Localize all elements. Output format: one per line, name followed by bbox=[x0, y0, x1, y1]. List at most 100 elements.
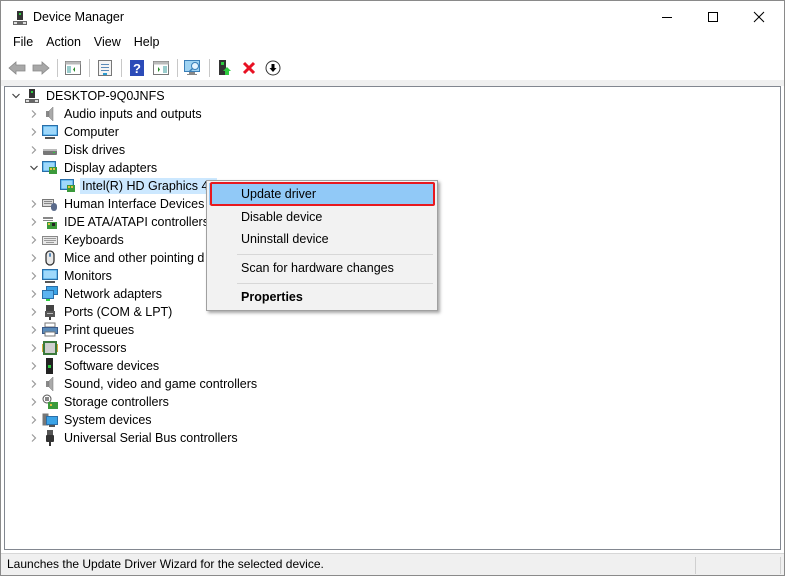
expand-toggle[interactable] bbox=[26, 231, 42, 249]
tree-category[interactable]: Computer bbox=[26, 123, 121, 141]
context-menu-separator bbox=[237, 254, 433, 255]
expand-toggle[interactable] bbox=[26, 285, 42, 303]
device-icon bbox=[42, 250, 58, 266]
expand-toggle[interactable] bbox=[8, 87, 24, 105]
expand-toggle[interactable] bbox=[26, 159, 42, 177]
expand-toggle[interactable] bbox=[26, 213, 42, 231]
properties-button[interactable] bbox=[94, 57, 116, 79]
device-icon bbox=[42, 376, 58, 392]
context-menu-item-disable-device[interactable]: Disable device bbox=[209, 206, 435, 228]
tree-category[interactable]: Print queues bbox=[26, 321, 136, 339]
tree-item-label: Intel(R) HD Graphics 46 bbox=[80, 178, 218, 194]
toolbar-separator bbox=[57, 59, 58, 77]
tree-category[interactable]: Human Interface Devices bbox=[26, 195, 206, 213]
expand-toggle[interactable] bbox=[26, 393, 42, 411]
device-tree[interactable]: DESKTOP-9Q0JNFS Audio inputs and outputs C… bbox=[4, 86, 781, 550]
menu-help[interactable]: Help bbox=[128, 33, 166, 53]
mouse-icon bbox=[45, 250, 55, 266]
expand-toggle[interactable] bbox=[26, 141, 42, 159]
expand-toggle[interactable] bbox=[26, 429, 42, 447]
tree-category[interactable]: Processors bbox=[26, 339, 129, 357]
tree-category[interactable]: Sound, video and game controllers bbox=[26, 375, 259, 393]
expand-toggle[interactable] bbox=[26, 357, 42, 375]
context-menu-separator bbox=[237, 283, 433, 284]
tree-item-label: Disk drives bbox=[64, 143, 126, 157]
device-icon bbox=[42, 232, 58, 248]
menu-action[interactable]: Action bbox=[40, 33, 87, 53]
context-menu-item-label: Uninstall device bbox=[241, 232, 329, 246]
menu-view[interactable]: View bbox=[88, 33, 127, 53]
scan-hardware-changes-button[interactable] bbox=[182, 57, 204, 79]
device-icon bbox=[42, 286, 58, 302]
device-icon bbox=[42, 160, 58, 176]
tree-item-label: Network adapters bbox=[64, 287, 162, 301]
speaker-icon bbox=[46, 106, 54, 122]
minimize-button[interactable] bbox=[644, 1, 690, 33]
chevron-right-icon bbox=[31, 416, 37, 424]
display-adapter-icon bbox=[42, 161, 57, 174]
expand-toggle[interactable] bbox=[26, 321, 42, 339]
maximize-button[interactable] bbox=[690, 1, 736, 33]
tree-category[interactable]: Display adapters bbox=[26, 159, 159, 177]
tree-category[interactable]: Keyboards bbox=[26, 231, 126, 249]
chevron-right-icon bbox=[31, 272, 37, 280]
expand-toggle[interactable] bbox=[26, 267, 42, 285]
expand-toggle[interactable] bbox=[26, 411, 42, 429]
red-x-icon bbox=[242, 61, 256, 75]
network-icon bbox=[42, 286, 58, 301]
tree-category[interactable]: System devices bbox=[26, 411, 154, 429]
title-bar[interactable]: Device Manager bbox=[1, 1, 784, 33]
tree-category[interactable]: Audio inputs and outputs bbox=[26, 105, 204, 123]
show-hide-console-tree-button[interactable] bbox=[62, 57, 84, 79]
uninstall-device-button[interactable] bbox=[238, 57, 260, 79]
tree-item-label: Monitors bbox=[64, 269, 112, 283]
chevron-right-icon bbox=[31, 380, 37, 388]
tree-category[interactable]: Mice and other pointing d bbox=[26, 249, 206, 267]
arrow-left-icon bbox=[8, 61, 26, 75]
tree-category[interactable]: IDE ATA/ATAPI controllers bbox=[26, 213, 211, 231]
device-manager-app-icon bbox=[12, 10, 28, 26]
tree-category[interactable]: Ports (COM & LPT) bbox=[26, 303, 174, 321]
maximize-icon bbox=[708, 12, 718, 22]
context-menu-item-uninstall-device[interactable]: Uninstall device bbox=[209, 228, 435, 250]
chevron-right-icon bbox=[31, 398, 37, 406]
port-icon bbox=[45, 305, 55, 320]
usb-icon bbox=[46, 430, 54, 446]
expand-toggle[interactable] bbox=[26, 375, 42, 393]
tree-category[interactable]: Software devices bbox=[26, 357, 161, 375]
device-icon bbox=[42, 214, 58, 230]
close-button[interactable] bbox=[736, 1, 782, 33]
toolbar-separator bbox=[177, 59, 178, 77]
expand-toggle[interactable] bbox=[26, 339, 42, 357]
back-button[interactable] bbox=[6, 57, 28, 79]
computer-tower-icon bbox=[25, 89, 39, 103]
device-icon bbox=[42, 322, 58, 338]
svg-text:?: ? bbox=[133, 61, 141, 76]
forward-button[interactable] bbox=[30, 57, 52, 79]
context-menu-item-scan-hardware-changes[interactable]: Scan for hardware changes bbox=[209, 257, 435, 279]
tree-category[interactable]: Universal Serial Bus controllers bbox=[26, 429, 240, 447]
tree-root-computer[interactable]: DESKTOP-9Q0JNFS bbox=[8, 87, 167, 105]
update-driver-button[interactable] bbox=[214, 57, 236, 79]
tree-category[interactable]: Network adapters bbox=[26, 285, 164, 303]
expand-toggle[interactable] bbox=[26, 303, 42, 321]
printer-icon bbox=[42, 322, 58, 337]
menu-file[interactable]: File bbox=[7, 33, 39, 53]
tree-item-label: Ports (COM & LPT) bbox=[64, 305, 173, 319]
tree-category[interactable]: Monitors bbox=[26, 267, 114, 285]
expand-toggle[interactable] bbox=[26, 249, 42, 267]
context-menu-item-properties[interactable]: Properties bbox=[209, 286, 435, 308]
chevron-right-icon bbox=[31, 110, 37, 118]
chevron-right-icon bbox=[31, 146, 37, 154]
expand-toggle[interactable] bbox=[26, 123, 42, 141]
tree-category[interactable]: Disk drives bbox=[26, 141, 127, 159]
tree-category[interactable]: Storage controllers bbox=[26, 393, 171, 411]
enable-device-button[interactable] bbox=[262, 57, 284, 79]
help-button[interactable]: ? bbox=[126, 57, 148, 79]
show-hide-action-pane-button[interactable] bbox=[150, 57, 172, 79]
tree-device-item[interactable]: Intel(R) HD Graphics 46 bbox=[44, 177, 218, 195]
expand-toggle[interactable] bbox=[26, 195, 42, 213]
minimize-icon bbox=[662, 17, 672, 18]
expand-toggle[interactable] bbox=[26, 105, 42, 123]
status-bar-divider bbox=[780, 557, 781, 574]
